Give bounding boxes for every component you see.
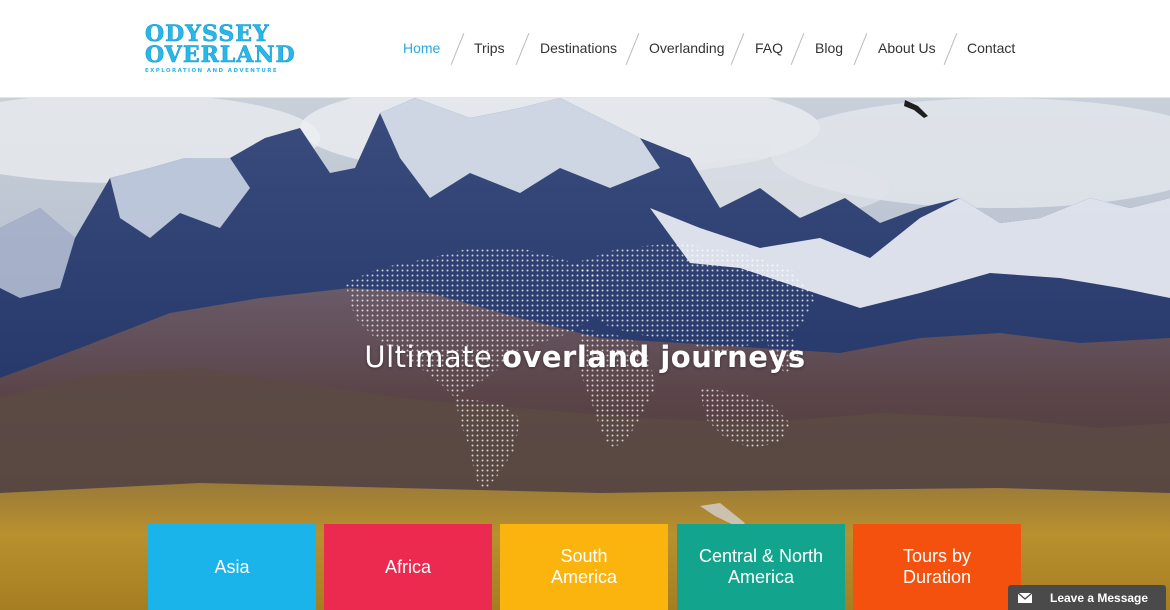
leave-message-widget[interactable]: Leave a Message bbox=[1008, 585, 1166, 610]
hero-title-light: Ultimate bbox=[364, 340, 493, 374]
tile-label: Africa bbox=[384, 556, 431, 577]
nav-separator bbox=[515, 33, 530, 65]
nav-overlanding[interactable]: Overlanding bbox=[649, 40, 725, 56]
nav-contact[interactable]: Contact bbox=[967, 40, 1015, 56]
tile-asia[interactable]: Asia bbox=[148, 524, 316, 610]
site-header: ODYSSEY OVERLAND EXPLORATION AND ADVENTU… bbox=[0, 0, 1170, 98]
nav-separator bbox=[790, 33, 805, 65]
nav-home[interactable]: Home bbox=[403, 40, 440, 56]
nav-separator bbox=[853, 33, 868, 65]
main-navigation: Home Trips Destinations Overlanding FAQ … bbox=[0, 0, 1170, 98]
nav-blog[interactable]: Blog bbox=[815, 40, 843, 56]
tile-africa[interactable]: Africa bbox=[324, 524, 492, 610]
tile-south-america[interactable]: South America bbox=[500, 524, 668, 610]
nav-separator bbox=[625, 33, 640, 65]
nav-separator bbox=[730, 33, 745, 65]
tile-central-north-america[interactable]: Central & North America bbox=[677, 524, 845, 610]
hero-title: Ultimate overland journeys bbox=[0, 340, 1170, 374]
tile-tours-by-duration[interactable]: Tours by Duration bbox=[853, 524, 1021, 610]
nav-separator bbox=[943, 33, 958, 65]
leave-message-label: Leave a Message bbox=[1050, 590, 1149, 605]
tile-label: South America bbox=[550, 546, 617, 587]
nav-faq[interactable]: FAQ bbox=[755, 40, 783, 56]
tile-label: Asia bbox=[214, 556, 250, 577]
nav-about-us[interactable]: About Us bbox=[878, 40, 936, 56]
tile-label: Central & North America bbox=[698, 546, 824, 587]
tile-label: Tours by Duration bbox=[902, 546, 972, 587]
nav-trips[interactable]: Trips bbox=[474, 40, 505, 56]
envelope-icon bbox=[1018, 592, 1032, 603]
hero-title-bold: overland journeys bbox=[502, 340, 806, 374]
nav-destinations[interactable]: Destinations bbox=[540, 40, 617, 56]
nav-separator bbox=[450, 33, 465, 65]
